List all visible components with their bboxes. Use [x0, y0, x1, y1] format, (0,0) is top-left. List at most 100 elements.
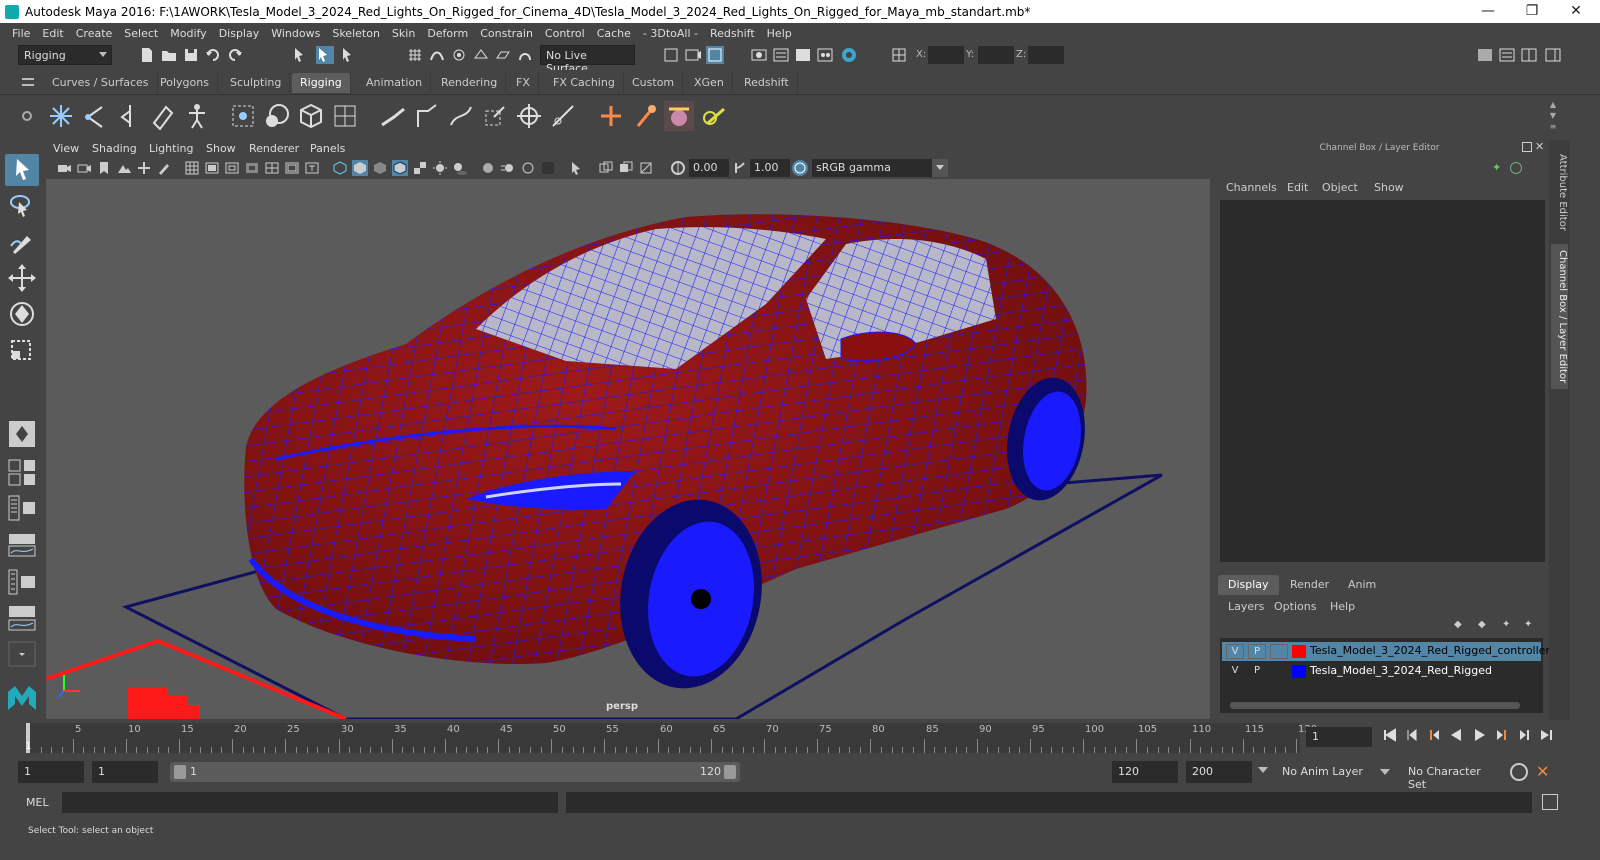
tab-animation[interactable]: Animation	[358, 73, 432, 93]
make-live-icon[interactable]	[516, 46, 534, 64]
timeline-ruler[interactable]: 1 5 10 15 20 25 30 35 40 45 50 55 60 65 70 75 80 85 90 95 1…	[25, 723, 1317, 753]
gamma-field[interactable]: 1.00	[750, 159, 790, 177]
channel-box-tool-icon[interactable]: ✦	[1492, 161, 1504, 174]
channel-object-menu[interactable]: Object	[1322, 181, 1358, 194]
current-frame-field[interactable]: 1	[1306, 727, 1372, 747]
snap-curve-icon[interactable]	[428, 46, 446, 64]
menu-control[interactable]: Control	[539, 27, 591, 40]
wireframe-shading-icon[interactable]	[332, 160, 348, 176]
restore-button[interactable]: ❐	[1510, 0, 1554, 23]
ik-handle-icon[interactable]	[378, 101, 408, 131]
layer-visibility-toggle[interactable]: V	[1226, 664, 1244, 679]
ik-spline-handle-icon[interactable]	[446, 101, 476, 131]
script-editor-icon[interactable]	[1542, 794, 1558, 810]
tab-redshift[interactable]: Redshift	[736, 73, 798, 93]
parent-constraint-icon[interactable]	[596, 101, 626, 131]
locator-icon[interactable]	[514, 101, 544, 131]
menu-display[interactable]: Display	[213, 27, 266, 40]
viewport-menu-renderer[interactable]: Renderer	[249, 142, 299, 155]
textured-icon[interactable]	[412, 160, 428, 176]
viewport-menu-lighting[interactable]: Lighting	[149, 142, 193, 155]
menu-skin[interactable]: Skin	[386, 27, 421, 40]
tool-settings-toggle-icon[interactable]	[1520, 46, 1538, 64]
menu-cache[interactable]: Cache	[591, 27, 637, 40]
y-field[interactable]	[978, 46, 1014, 64]
hypershade-icon[interactable]	[816, 46, 834, 64]
viewport-menu-panels[interactable]: Panels	[310, 142, 345, 155]
menu-modify[interactable]: Modify	[164, 27, 212, 40]
playback-end-field[interactable]: 120	[1112, 761, 1178, 783]
menu-edit[interactable]: Edit	[36, 27, 69, 40]
orient-constraint-icon[interactable]	[664, 101, 694, 131]
undo-icon[interactable]	[204, 46, 222, 64]
exposure-field[interactable]: 0.00	[689, 159, 729, 177]
menu-file[interactable]: File	[6, 27, 36, 40]
flat-shade-icon[interactable]	[372, 160, 388, 176]
cluster-icon[interactable]	[330, 101, 360, 131]
bind-skin-icon[interactable]	[262, 101, 292, 131]
channel-box-toggle-icon[interactable]	[1544, 46, 1562, 64]
channel-edit-menu[interactable]: Edit	[1287, 181, 1308, 194]
viewport-menu-shading[interactable]: Shading	[92, 142, 137, 155]
menu-select[interactable]: Select	[118, 27, 164, 40]
menu-redshift[interactable]: Redshift	[704, 27, 761, 40]
step-back-frame-icon[interactable]	[1404, 727, 1420, 743]
lasso-tool-icon[interactable]	[5, 190, 39, 222]
redshift-render-icon[interactable]	[840, 46, 858, 64]
grease-pencil-icon[interactable]	[156, 160, 172, 176]
smooth-shade-icon[interactable]	[352, 160, 368, 176]
anim-layer-dropdown[interactable]: No Anim Layer	[1276, 761, 1394, 783]
orient-joint-icon[interactable]	[148, 101, 178, 131]
menu-constrain[interactable]: Constrain	[474, 27, 539, 40]
snap-surface-icon[interactable]	[494, 46, 512, 64]
construction-history-icon[interactable]	[662, 46, 680, 64]
auto-key-icon[interactable]	[1510, 763, 1528, 781]
layer-horizontal-scrollbar[interactable]	[1230, 702, 1520, 709]
menu-skeleton[interactable]: Skeleton	[326, 27, 386, 40]
range-end-handle[interactable]	[724, 765, 736, 779]
tab-rigging[interactable]: Rigging	[292, 73, 351, 93]
bookmarks-icon[interactable]	[96, 160, 112, 176]
open-scene-icon[interactable]	[160, 46, 178, 64]
four-view-layout-icon[interactable]	[5, 456, 39, 488]
play-forwards-icon[interactable]	[1472, 727, 1488, 743]
end-time-field[interactable]: 200	[1186, 761, 1252, 783]
viewport-menu-view[interactable]: View	[53, 142, 79, 155]
wireframe-on-shaded-icon[interactable]	[392, 160, 408, 176]
ik-spline-icon[interactable]	[412, 101, 442, 131]
motion-blur-icon[interactable]	[500, 160, 516, 176]
float-panel-icon[interactable]	[1522, 142, 1532, 152]
grid-toggle-icon[interactable]	[184, 160, 200, 176]
tab-custom[interactable]: Custom	[624, 73, 684, 93]
live-surface-field[interactable]: No Live Surface	[540, 45, 635, 75]
step-forward-key-icon[interactable]	[1494, 727, 1510, 743]
render-view-icon[interactable]	[750, 46, 768, 64]
layer-color-swatch[interactable]	[1292, 645, 1306, 658]
menu-create[interactable]: Create	[70, 27, 119, 40]
tab-rendering[interactable]: Rendering	[433, 73, 507, 93]
more-layouts-icon[interactable]	[5, 638, 39, 670]
mirror-joint-icon[interactable]	[114, 101, 144, 131]
move-layer-down-icon[interactable]: ◆	[1478, 619, 1490, 631]
resolution-gate-icon[interactable]	[224, 160, 240, 176]
image-plane-icon[interactable]	[116, 160, 132, 176]
tab-polygons[interactable]: Polygons	[152, 73, 218, 93]
persp-graph-layout-icon[interactable]	[5, 602, 39, 634]
field-chart-icon[interactable]	[264, 160, 280, 176]
step-forward-frame-icon[interactable]	[1516, 727, 1532, 743]
hypershade-layout-icon[interactable]	[5, 566, 39, 598]
select-component-icon[interactable]	[340, 46, 358, 64]
layer-visibility-toggle[interactable]: V	[1226, 644, 1244, 659]
tab-attribute-editor[interactable]: Attribute Editor	[1551, 148, 1568, 237]
shelf-menu-icon[interactable]	[22, 78, 34, 86]
create-skin-cluster-icon[interactable]	[228, 101, 258, 131]
step-back-key-icon[interactable]	[1426, 727, 1442, 743]
xray-components-icon[interactable]	[638, 160, 654, 176]
move-layer-up-icon[interactable]: ◆	[1454, 619, 1466, 631]
save-scene-icon[interactable]	[182, 46, 200, 64]
2d-pan-zoom-icon[interactable]	[136, 160, 152, 176]
layer-display-type-toggle[interactable]	[1270, 644, 1288, 659]
point-constraint-icon[interactable]	[630, 101, 660, 131]
viewport-menu-show[interactable]: Show	[206, 142, 236, 155]
close-panel-icon[interactable]: ✕	[1535, 140, 1544, 153]
